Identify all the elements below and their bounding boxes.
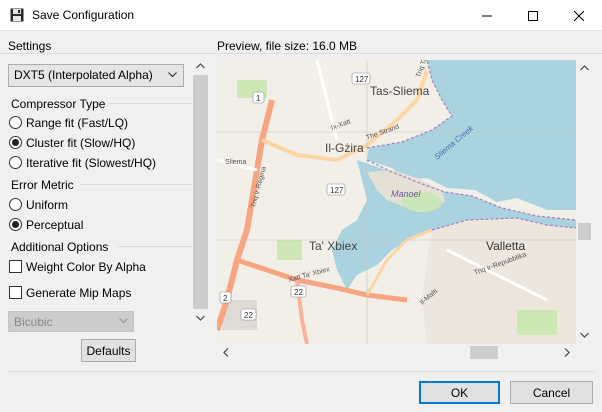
- cancel-button-label: Cancel: [532, 385, 571, 400]
- chevron-down-icon: [119, 318, 128, 324]
- cluster-fit-radio[interactable]: [9, 136, 22, 149]
- error-metric-divider: [80, 184, 192, 185]
- iterative-fit-label[interactable]: Iterative fit (Slowest/HQ): [26, 156, 156, 170]
- scroll-up-arrow-icon[interactable]: [580, 65, 589, 71]
- preview-horizontal-scrollbar[interactable]: [217, 344, 576, 361]
- cluster-fit-label[interactable]: Cluster fit (Slow/HQ): [26, 136, 135, 150]
- preview-vertical-scrollbar[interactable]: [576, 60, 593, 344]
- iterative-fit-radio[interactable]: [9, 156, 22, 169]
- preview-file-size-label: Preview, file size: 16.0 MB: [217, 39, 358, 53]
- map-label-il-gzira: Il-Gżira: [325, 141, 364, 155]
- ok-button[interactable]: OK: [419, 381, 500, 404]
- uniform-label[interactable]: Uniform: [26, 198, 68, 212]
- maximize-icon: [528, 10, 538, 21]
- map-label-sliema: Sliema: [225, 159, 247, 166]
- range-fit-label[interactable]: Range fit (Fast/LQ): [26, 116, 128, 130]
- maximize-button[interactable]: [510, 0, 556, 31]
- defaults-button-label: Defaults: [86, 343, 131, 358]
- road-127-label-2: 127: [355, 75, 369, 84]
- map-label-ta-xbiex: Ta' Xbiex: [309, 239, 357, 253]
- generate-mip-maps-label[interactable]: Generate Mip Maps: [26, 286, 131, 300]
- additional-options-label: Additional Options: [11, 240, 109, 254]
- save-disk-icon: [10, 8, 24, 22]
- road-1-label: 1: [256, 94, 261, 103]
- map-label-tas-sliema: Tas-Sliema: [370, 84, 430, 98]
- chevron-down-icon: [168, 72, 177, 78]
- map-label-valletta: Valletta: [486, 239, 525, 253]
- uniform-radio[interactable]: [9, 198, 22, 211]
- road-22-label: 22: [294, 288, 303, 297]
- road-22-label-2: 22: [244, 311, 253, 320]
- header-divider: [0, 53, 602, 54]
- minimize-button[interactable]: [464, 0, 510, 31]
- error-metric-label: Error Metric: [11, 178, 74, 192]
- format-value: DXT5 (Interpolated Alpha): [14, 68, 153, 82]
- minimize-icon: [482, 15, 492, 16]
- generate-mip-maps-checkbox[interactable]: [9, 286, 22, 299]
- ok-button-label: OK: [450, 385, 469, 400]
- close-button[interactable]: [556, 0, 602, 31]
- road-127-label: 127: [330, 186, 344, 195]
- map-image: Tas-Sliema Il-Gżira Ta' Xbiex Valletta M…: [217, 60, 576, 344]
- settings-scroll-thumb[interactable]: [193, 75, 208, 309]
- scroll-left-arrow-icon[interactable]: [223, 348, 229, 357]
- compressor-type-label: Compressor Type: [11, 97, 106, 111]
- map-label-manoel: Manoel: [391, 189, 422, 199]
- preview-horizontal-scroll-thumb[interactable]: [470, 346, 498, 359]
- compressor-type-divider: [108, 103, 192, 104]
- range-fit-radio[interactable]: [9, 116, 22, 129]
- road-2-label: 2: [223, 294, 228, 303]
- footer-divider: [8, 371, 594, 372]
- weight-color-by-alpha-label[interactable]: Weight Color By Alpha: [26, 260, 146, 274]
- mip-filter-value: Bicubic: [14, 315, 53, 329]
- title-bar: Save Configuration: [0, 0, 602, 31]
- scroll-up-arrow-icon[interactable]: [196, 63, 205, 69]
- scroll-down-arrow-icon[interactable]: [580, 332, 589, 338]
- format-combobox[interactable]: DXT5 (Interpolated Alpha): [8, 64, 184, 87]
- settings-label: Settings: [8, 39, 52, 53]
- preview-map[interactable]: Tas-Sliema Il-Gżira Ta' Xbiex Valletta M…: [217, 60, 576, 344]
- scroll-right-arrow-icon[interactable]: [564, 348, 570, 357]
- scrollbar-corner: [576, 344, 593, 361]
- close-icon: [574, 10, 584, 21]
- window-title: Save Configuration: [32, 8, 135, 22]
- perceptual-label[interactable]: Perceptual: [26, 218, 83, 232]
- preview-vertical-scroll-thumb[interactable]: [578, 223, 591, 240]
- mip-filter-combobox: Bicubic: [8, 311, 134, 332]
- defaults-button[interactable]: Defaults: [81, 339, 136, 362]
- additional-options-divider: [118, 246, 192, 247]
- settings-scrollbar[interactable]: [192, 58, 209, 328]
- scroll-down-arrow-icon[interactable]: [196, 315, 205, 321]
- weight-color-by-alpha-checkbox[interactable]: [9, 260, 22, 273]
- cancel-button[interactable]: Cancel: [510, 381, 593, 404]
- perceptual-radio[interactable]: [9, 218, 22, 231]
